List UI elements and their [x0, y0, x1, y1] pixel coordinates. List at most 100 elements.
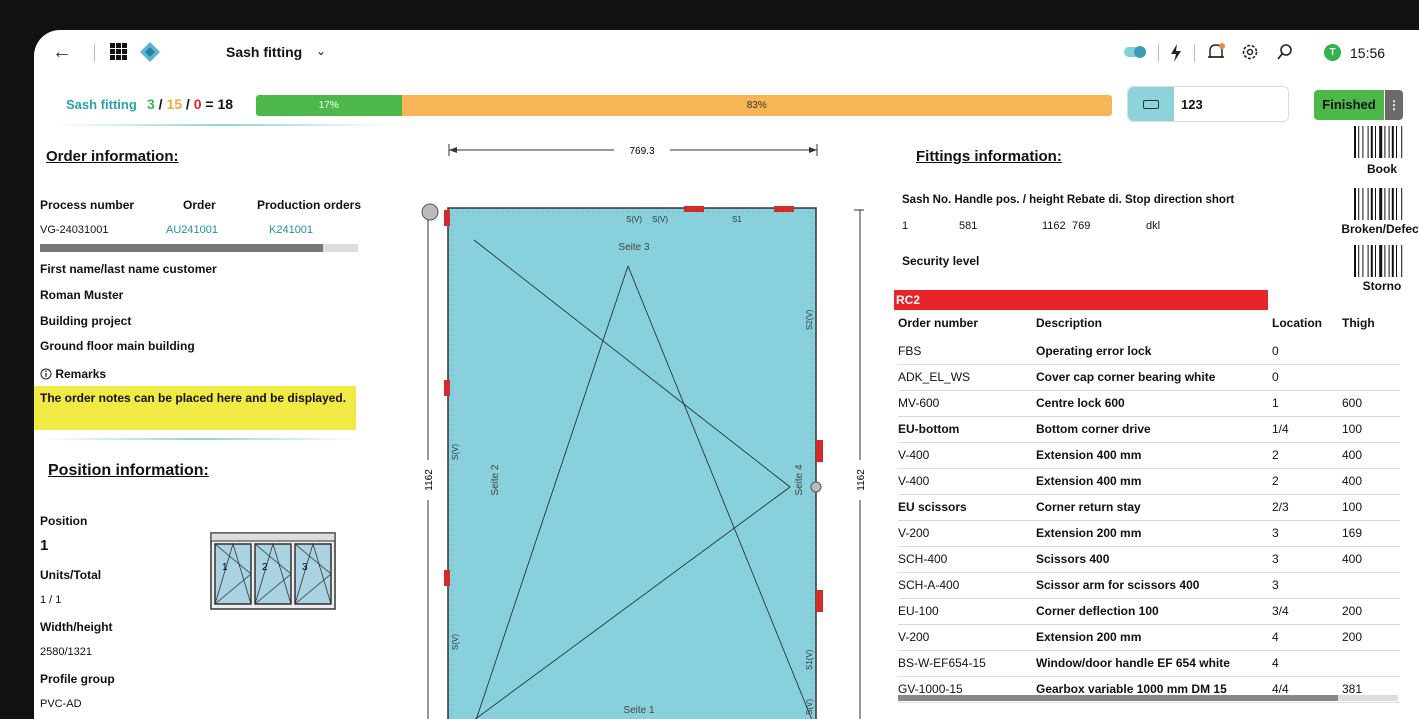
cell-order-number: SCH-A-400: [898, 572, 1036, 599]
cell-order-number: EU-bottom: [898, 416, 1036, 443]
side-label: Seite 2: [490, 464, 501, 496]
cell-order-number: EU-100: [898, 598, 1036, 625]
production-order-link[interactable]: K241001: [269, 224, 313, 236]
security-level-bar: RC2: [894, 290, 1268, 310]
cell-description: Operating error lock: [1036, 338, 1272, 365]
cell-location: 3: [1272, 546, 1342, 573]
logo-icon: [140, 42, 160, 62]
col-thigh: Thigh: [1342, 316, 1375, 330]
cell-thigh: 169: [1342, 520, 1400, 547]
table-row[interactable]: V-200 Extension 200 mm 4 200: [898, 624, 1400, 651]
cell-order-number: V-400: [898, 468, 1036, 495]
table-row[interactable]: EU-100 Corner deflection 100 3/4 200: [898, 598, 1400, 625]
cell-thigh: 200: [1342, 624, 1400, 651]
table-row[interactable]: SCH-400 Scissors 400 3 400: [898, 546, 1400, 573]
marker: S(V): [451, 444, 460, 460]
cell-description: Cover cap corner bearing white: [1036, 364, 1272, 391]
cell-thigh: 400: [1342, 442, 1400, 469]
col-description: Description: [1036, 316, 1103, 330]
stop-direction: dkl: [1146, 220, 1161, 232]
customer-name: Roman Muster: [40, 288, 124, 302]
col-production-orders: Production orders: [257, 198, 362, 212]
table-row[interactable]: SCH-A-400 Scissor arm for scissors 400 3: [898, 572, 1400, 599]
progress-done-segment: 17%: [256, 95, 402, 116]
table-row[interactable]: BS-W-EF654-15 Window/door handle EF 654 w…: [898, 650, 1400, 677]
divider: [94, 44, 95, 62]
process-number: VG-24031001: [40, 224, 109, 236]
cell-description: Extension 400 mm: [1036, 442, 1272, 469]
marker: S2(V): [805, 309, 814, 330]
cell-thigh: 100: [1342, 416, 1400, 443]
cell-thigh: [1342, 572, 1400, 599]
cell-order-number: V-200: [898, 520, 1036, 547]
sash-header: Sash No. Handle pos. / height Rebate di.…: [902, 194, 1235, 206]
cell-order-number: SCH-400: [898, 546, 1036, 573]
back-arrow-icon[interactable]: ←: [52, 41, 72, 64]
cell-order-number: FBS: [898, 338, 1036, 365]
position-value: 1: [40, 537, 49, 554]
table-row[interactable]: V-400 Extension 400 mm 2 400: [898, 442, 1400, 469]
progress-label: Sash fitting: [66, 97, 137, 112]
project-label: Building project: [40, 314, 132, 328]
width-dimension-label: 769.3: [629, 146, 654, 157]
barcode-storno[interactable]: [1354, 245, 1410, 277]
barcode-broken[interactable]: [1354, 188, 1410, 220]
table-row[interactable]: V-200 Extension 200 mm 3 169: [898, 520, 1400, 547]
marker: S(V): [652, 215, 668, 224]
col-location: Location: [1272, 316, 1322, 330]
fittings-heading: Fittings information:: [916, 148, 1062, 165]
fittings-table: Order number Description Location Thigh …: [898, 308, 1400, 703]
app-title[interactable]: Sash fitting: [226, 44, 302, 60]
cell-thigh: 400: [1342, 546, 1400, 573]
sash-outline: [447, 207, 817, 719]
cell-thigh: 600: [1342, 390, 1400, 417]
table-row[interactable]: FBS Operating error lock 0: [898, 338, 1400, 365]
cell-thigh: [1342, 650, 1400, 677]
table-row[interactable]: EU-bottom Bottom corner drive 1/4 100: [898, 416, 1400, 443]
window-thumbnail[interactable]: 1 2 3: [210, 532, 336, 610]
chevron-down-icon[interactable]: ⌄: [316, 44, 326, 58]
rebate-dim: 769: [1072, 220, 1091, 232]
cell-description: Scissor arm for scissors 400: [1036, 572, 1272, 599]
cell-location: 4: [1272, 650, 1342, 677]
cell-order-number: BS-W-EF654-15: [898, 650, 1036, 677]
cell-location: 0: [1272, 364, 1342, 391]
cell-location: 2: [1272, 468, 1342, 495]
handle-height: 1162: [1042, 220, 1066, 232]
table-row[interactable]: EU scissors Corner return stay 2/3 100: [898, 494, 1400, 521]
cell-thigh: 200: [1342, 598, 1400, 625]
cell-location: 2/3: [1272, 494, 1342, 521]
barcode-label: Storno: [1362, 279, 1402, 293]
apps-grid-icon[interactable]: [110, 43, 127, 60]
order-scrollbar[interactable]: [40, 244, 358, 252]
table-scrollbar[interactable]: [898, 695, 1398, 701]
barcode-book[interactable]: [1354, 126, 1410, 158]
thumb-number: 3: [302, 562, 308, 573]
cell-thigh: [1342, 338, 1400, 365]
cell-description: Extension 200 mm: [1036, 624, 1272, 651]
table-row[interactable]: MV-600 Centre lock 600 1 600: [898, 390, 1400, 417]
handle-pos: 581: [959, 220, 978, 232]
thumb-number: 1: [222, 562, 228, 573]
width-height-value: 2580/1321: [40, 646, 92, 658]
cell-description: Centre lock 600: [1036, 390, 1272, 417]
cell-description: Bottom corner drive: [1036, 416, 1272, 443]
remarks-header: Remarks: [40, 367, 106, 381]
order-link[interactable]: AU241001: [166, 224, 218, 236]
height-dimension-label: 1162: [424, 469, 435, 491]
col-order-number: Order number: [898, 316, 979, 330]
table-row[interactable]: V-400 Extension 400 mm 2 400: [898, 468, 1400, 495]
sash-drawing[interactable]: 769.3 1162 1162 Seite 1 Seite 2 Seite 3 …: [414, 140, 864, 719]
divider: [40, 438, 360, 440]
cell-description: Corner return stay: [1036, 494, 1272, 521]
barcode-label: Broken/Defect: [1341, 222, 1419, 236]
table-row[interactable]: ADK_EL_WS Cover cap corner bearing white 0: [898, 364, 1400, 391]
cell-description: Scissors 400: [1036, 546, 1272, 573]
device-frame: ← Sash fitting ⌄ T 15:56 Sash fitting 3 …: [0, 0, 1419, 719]
cell-order-number: V-400: [898, 442, 1036, 469]
app-screen: ← Sash fitting ⌄ T 15:56 Sash fitting 3 …: [34, 30, 1419, 719]
cell-thigh: 100: [1342, 494, 1400, 521]
units-label: Units/Total: [40, 568, 102, 582]
cell-description: Extension 200 mm: [1036, 520, 1272, 547]
cell-location: 0: [1272, 338, 1342, 365]
